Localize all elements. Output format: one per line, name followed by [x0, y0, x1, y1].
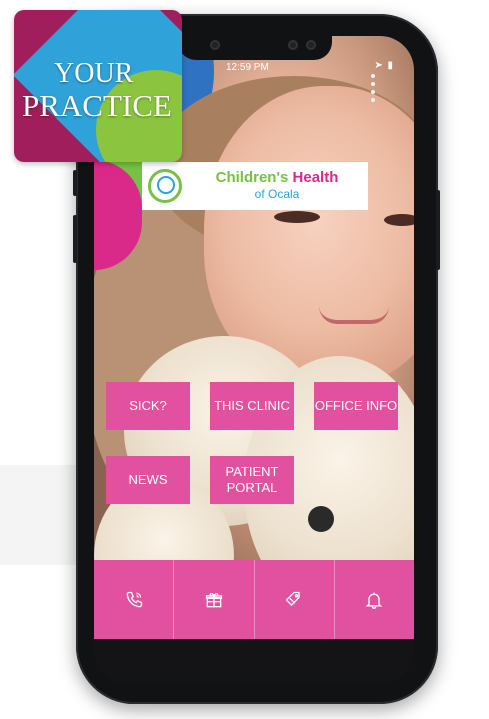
bottom-nav — [94, 560, 414, 639]
gift-icon — [205, 592, 223, 607]
status-time: 12:59 PM — [226, 62, 269, 73]
clinic-name-part1: Children's — [215, 169, 289, 186]
tag-icon — [285, 591, 300, 606]
clinic-name-part2: Health — [292, 169, 339, 186]
your-practice-line2: PRACTICE — [22, 88, 172, 123]
tile-office-info[interactable]: OFFICE INFO — [314, 382, 398, 430]
tile-sick[interactable]: SICK? — [106, 382, 190, 430]
stethoscope-logo-icon — [148, 169, 182, 203]
your-practice-line1: YOUR — [54, 58, 134, 89]
menu-dots-icon[interactable] — [371, 74, 377, 106]
clinic-logo: Children's Health of Ocala — [142, 162, 368, 210]
bell-icon — [366, 592, 383, 609]
status-icons: ➤ ▮ — [374, 60, 394, 71]
nav-notifications[interactable] — [335, 560, 414, 639]
tile-patient-portal[interactable]: PATIENT PORTAL — [210, 456, 294, 504]
tile-news[interactable]: NEWS — [106, 456, 190, 504]
phone-side-button — [73, 215, 77, 263]
your-practice-logo: YOUR PRACTICE — [14, 10, 182, 162]
nav-gift[interactable] — [174, 560, 255, 639]
nav-tag[interactable] — [255, 560, 335, 639]
photo-smile — [319, 306, 389, 324]
phone-side-button — [436, 190, 440, 270]
photo-eye — [274, 211, 320, 223]
photo-bear-nose — [308, 506, 334, 532]
nav-call[interactable] — [94, 560, 175, 639]
tile-this-clinic[interactable]: THIS CLINIC — [210, 382, 294, 430]
phone-chin — [94, 639, 414, 684]
photo-eye — [384, 214, 414, 226]
clinic-subtitle: of Ocala — [254, 187, 300, 201]
phone-side-button — [73, 170, 77, 196]
phone-icon — [126, 591, 142, 607]
